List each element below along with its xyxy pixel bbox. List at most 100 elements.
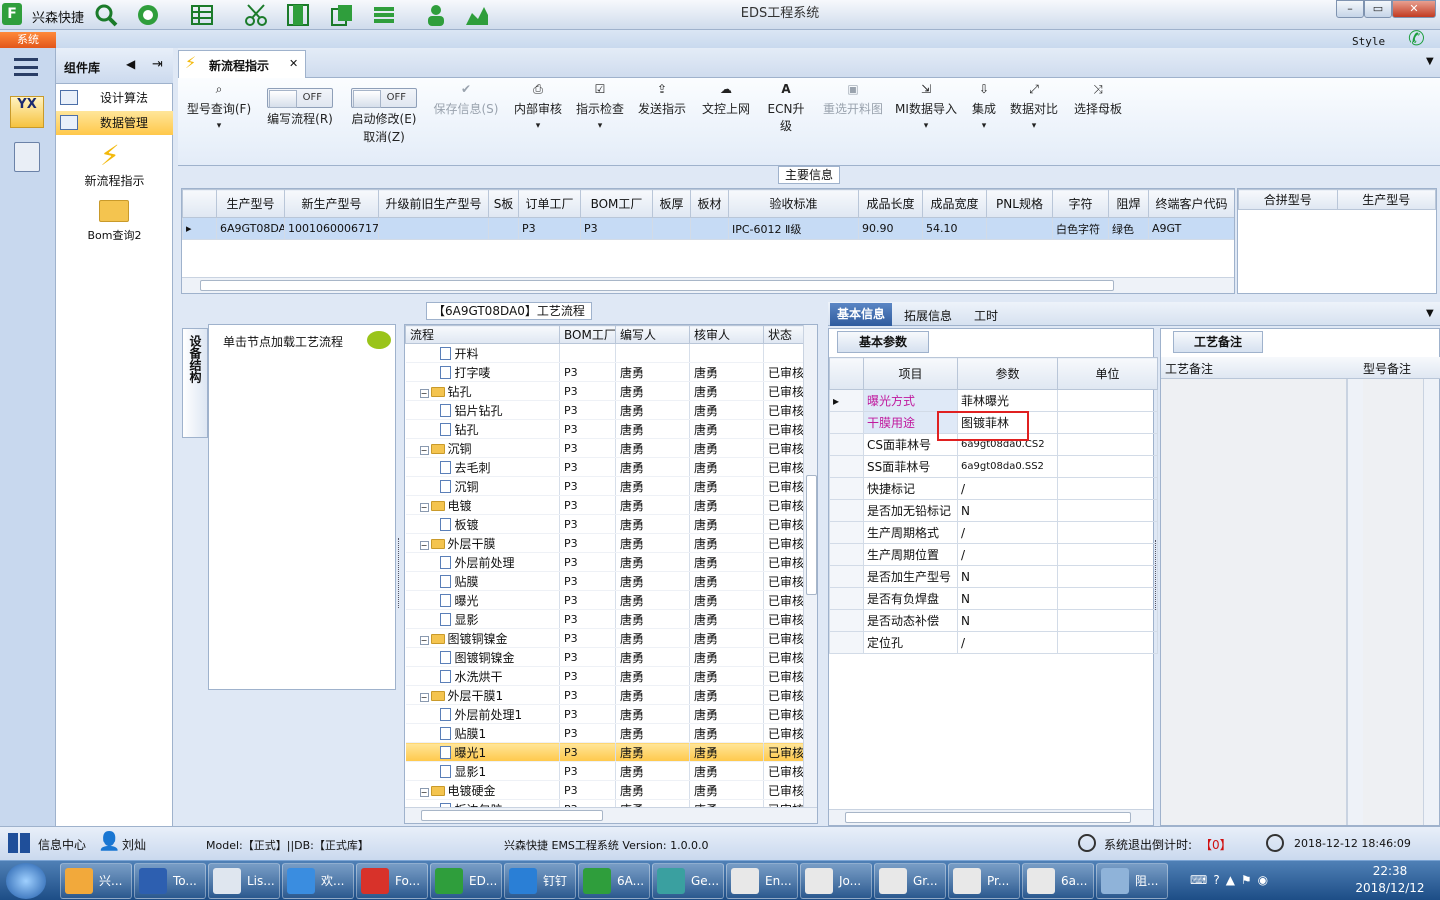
vertical-scrollbar[interactable] xyxy=(803,325,817,807)
column-header[interactable]: 状态 xyxy=(763,325,804,344)
internal-review-button[interactable]: ⎙ 内部审核 ▾ xyxy=(512,82,564,131)
tree-row[interactable]: 显影 P3 唐勇 唐勇 已审核 xyxy=(405,609,804,629)
bom-query-shortcut[interactable]: Bom查询2 xyxy=(56,227,173,243)
hamburger-icon[interactable] xyxy=(14,58,38,76)
arrow-left-icon[interactable]: ◀ xyxy=(126,57,135,71)
nav-item-design-algorithm[interactable]: 设计算法 xyxy=(56,86,173,110)
tab-basic-info[interactable]: 基本信息 xyxy=(830,303,892,326)
tree-node[interactable]: 曝光1 xyxy=(405,742,560,762)
folder-icon[interactable] xyxy=(99,200,129,222)
column-header[interactable]: 阻焊 xyxy=(1108,189,1149,218)
tree-row[interactable]: 图镀铜镍金 P3 唐勇 唐勇 已审核 xyxy=(405,647,804,667)
edit-toggle-switch[interactable]: OFF xyxy=(267,88,333,108)
column-header[interactable]: BOM工厂 xyxy=(559,325,616,344)
tree-node[interactable]: 外层前处理1 xyxy=(405,704,560,724)
horizontal-scrollbar[interactable] xyxy=(405,807,817,823)
maximize-button[interactable]: ▭ xyxy=(1364,0,1392,18)
save-info-button[interactable]: ✔ 保存信息(S) xyxy=(430,82,502,117)
param-value[interactable]: / xyxy=(957,477,1058,500)
tab-basic-params[interactable]: 基本参数 xyxy=(837,331,929,353)
taskbar-item[interactable]: 兴... xyxy=(60,863,132,899)
param-value[interactable]: N xyxy=(957,565,1058,588)
close-button[interactable]: ✕ xyxy=(1392,0,1436,18)
data-compare-button[interactable]: ⤢ 数据对比 ▾ xyxy=(1008,82,1060,131)
tree-row[interactable]: 水洗烘干 P3 唐勇 唐勇 已审核 xyxy=(405,666,804,686)
search-icon[interactable] xyxy=(94,3,118,27)
tree-node[interactable]: 外层前处理 xyxy=(405,552,560,572)
tree-node[interactable]: 显影 xyxy=(405,609,560,629)
taskbar-item[interactable]: 6A... xyxy=(578,863,650,899)
column-header[interactable]: 板厚 xyxy=(652,189,691,218)
horizontal-scrollbar[interactable] xyxy=(182,277,1234,293)
param-value[interactable]: / xyxy=(957,631,1058,654)
param-row[interactable]: 快捷标记 / xyxy=(829,477,1158,500)
tab-extended-info[interactable]: 拓展信息 xyxy=(904,307,952,324)
tab-work-hours[interactable]: 工时 xyxy=(974,307,998,324)
tree-node[interactable]: 打字唛 xyxy=(405,362,560,382)
info-center-link[interactable]: 信息中心 xyxy=(38,836,86,853)
tree-row[interactable]: − 外层干膜1 P3 唐勇 唐勇 已审核 xyxy=(405,685,804,705)
param-row[interactable]: 生产周期格式 / xyxy=(829,521,1158,544)
param-row[interactable]: 是否加生产型号 N xyxy=(829,565,1158,588)
tree-row[interactable]: 去毛刺 P3 唐勇 唐勇 已审核 xyxy=(405,457,804,477)
tree-row[interactable]: − 外层干膜 P3 唐勇 唐勇 已审核 xyxy=(405,533,804,553)
ecn-upgrade-button[interactable]: A ECN升级 xyxy=(762,82,810,134)
modify-toggle-switch[interactable]: OFF xyxy=(351,88,417,108)
tree-row[interactable]: 外层前处理 P3 唐勇 唐勇 已审核 xyxy=(405,552,804,572)
splitter-handle[interactable] xyxy=(398,538,402,608)
horizontal-scrollbar[interactable] xyxy=(829,809,1153,825)
mi-import-button[interactable]: ⇲ MI数据导入 ▾ xyxy=(894,82,958,131)
table-cell[interactable]: 10010600067171 xyxy=(284,217,379,240)
style-menu[interactable]: Style xyxy=(1352,35,1385,48)
tree-node[interactable]: 板镀 xyxy=(405,514,560,534)
vertical-scrollbar[interactable] xyxy=(1347,379,1363,825)
tree-row[interactable]: 外层前处理1 P3 唐勇 唐勇 已审核 xyxy=(405,704,804,724)
tab-process-notes[interactable]: 工艺备注 xyxy=(1173,331,1263,353)
tree-node[interactable]: 去毛刺 xyxy=(405,457,560,477)
model-notes-area[interactable] xyxy=(1363,379,1423,825)
factory-icon[interactable]: YX xyxy=(10,96,44,128)
start-button[interactable] xyxy=(6,863,46,899)
table-cell[interactable] xyxy=(986,217,1053,240)
column-header[interactable]: S板 xyxy=(488,189,519,218)
close-icon[interactable]: ✕ xyxy=(289,57,298,70)
table-cell[interactable]: 白色字符 xyxy=(1052,217,1109,240)
tree-node[interactable]: − 钻孔 xyxy=(405,381,560,401)
tree-node[interactable]: − 图镀铜镍金 xyxy=(405,628,560,648)
tree-row[interactable]: 贴膜 P3 唐勇 唐勇 已审核 xyxy=(405,571,804,591)
param-value[interactable]: N xyxy=(957,609,1058,632)
table-cell[interactable] xyxy=(378,217,489,240)
tree-node[interactable]: − 电镀硬金 xyxy=(405,780,560,800)
chevron-down-icon[interactable]: ▼ xyxy=(1426,308,1434,319)
process-notes-area[interactable] xyxy=(1161,379,1347,825)
taskbar-item[interactable]: 欢... xyxy=(282,863,354,899)
tree-row[interactable]: 板镀 P3 唐勇 唐勇 已审核 xyxy=(405,514,804,534)
column-header[interactable]: 生产型号 xyxy=(216,189,285,218)
table-row[interactable]: ▸6A9GT08DA010010600067171 P3P3 IPC-6012 Ⅱ级… xyxy=(182,217,1234,240)
column-header[interactable]: 成品宽度 xyxy=(922,189,987,218)
tree-row[interactable]: 沉铜 P3 唐勇 唐勇 已审核 xyxy=(405,476,804,496)
tree-node[interactable]: 钻孔 xyxy=(405,419,560,439)
taskbar-item[interactable]: Pr... xyxy=(948,863,1020,899)
table-cell[interactable] xyxy=(652,217,691,240)
tree-row[interactable]: 打字唛 P3 唐勇 唐勇 已审核 xyxy=(405,362,804,382)
minimize-button[interactable]: – xyxy=(1336,0,1364,18)
calculator-icon[interactable] xyxy=(14,142,40,172)
tree-row[interactable]: − 电镀硬金 P3 唐勇 唐勇 已审核 xyxy=(405,780,804,800)
start-modify-toggle[interactable]: OFF 启动修改(E) 取消(Z) xyxy=(344,88,424,144)
film-icon[interactable] xyxy=(286,3,310,27)
param-value[interactable]: N xyxy=(957,587,1058,610)
user-icon[interactable] xyxy=(424,3,448,27)
column-header[interactable]: 新生产型号 xyxy=(284,189,379,218)
tree-node[interactable]: − 电镀 xyxy=(405,495,560,515)
taskbar-item[interactable]: En... xyxy=(726,863,798,899)
tree-node[interactable]: 铝片钻孔 xyxy=(405,400,560,420)
column-header[interactable]: 成品长度 xyxy=(858,189,923,218)
tree-node[interactable]: 图镀铜镍金 xyxy=(405,647,560,667)
tab-new-flow[interactable]: ⚡ 新流程指示 ✕ xyxy=(178,50,306,78)
vertical-scrollbar[interactable] xyxy=(1423,379,1439,825)
reselect-cut-button[interactable]: ▣ 重选开料图 xyxy=(820,82,886,117)
list-icon[interactable] xyxy=(372,3,396,27)
column-header[interactable]: 终端客户代码 xyxy=(1148,189,1234,218)
tree-node[interactable]: 曝光 xyxy=(405,590,560,610)
